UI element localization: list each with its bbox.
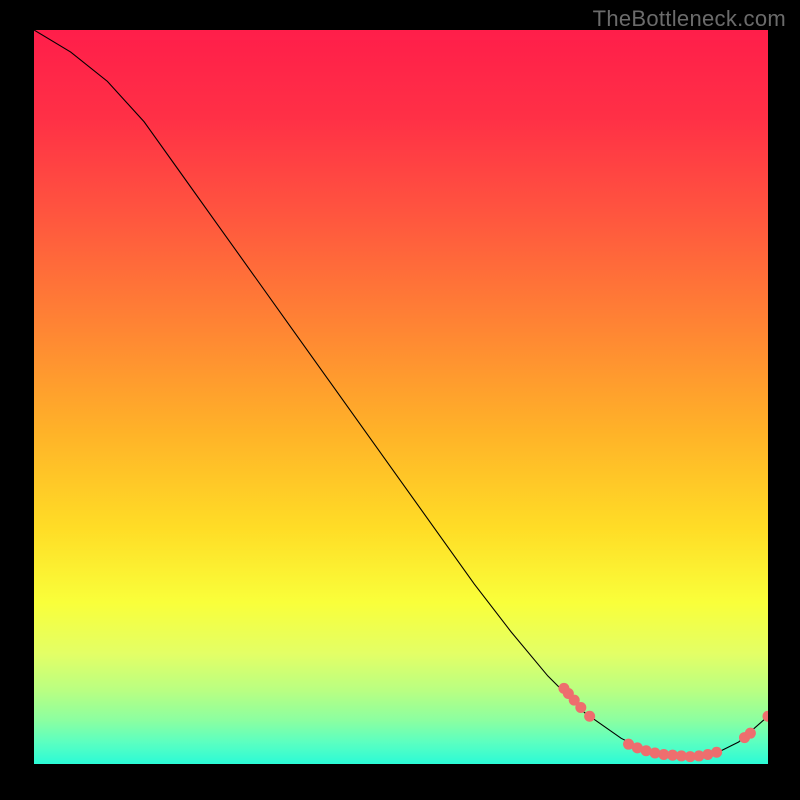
plot-area xyxy=(34,30,768,764)
chart-frame: TheBottleneck.com xyxy=(0,0,800,800)
data-point xyxy=(584,711,595,722)
data-point xyxy=(745,728,756,739)
gradient-rect xyxy=(34,30,768,764)
watermark-text: TheBottleneck.com xyxy=(593,6,786,32)
data-point xyxy=(575,702,586,713)
data-point xyxy=(711,747,722,758)
chart-svg xyxy=(34,30,768,764)
